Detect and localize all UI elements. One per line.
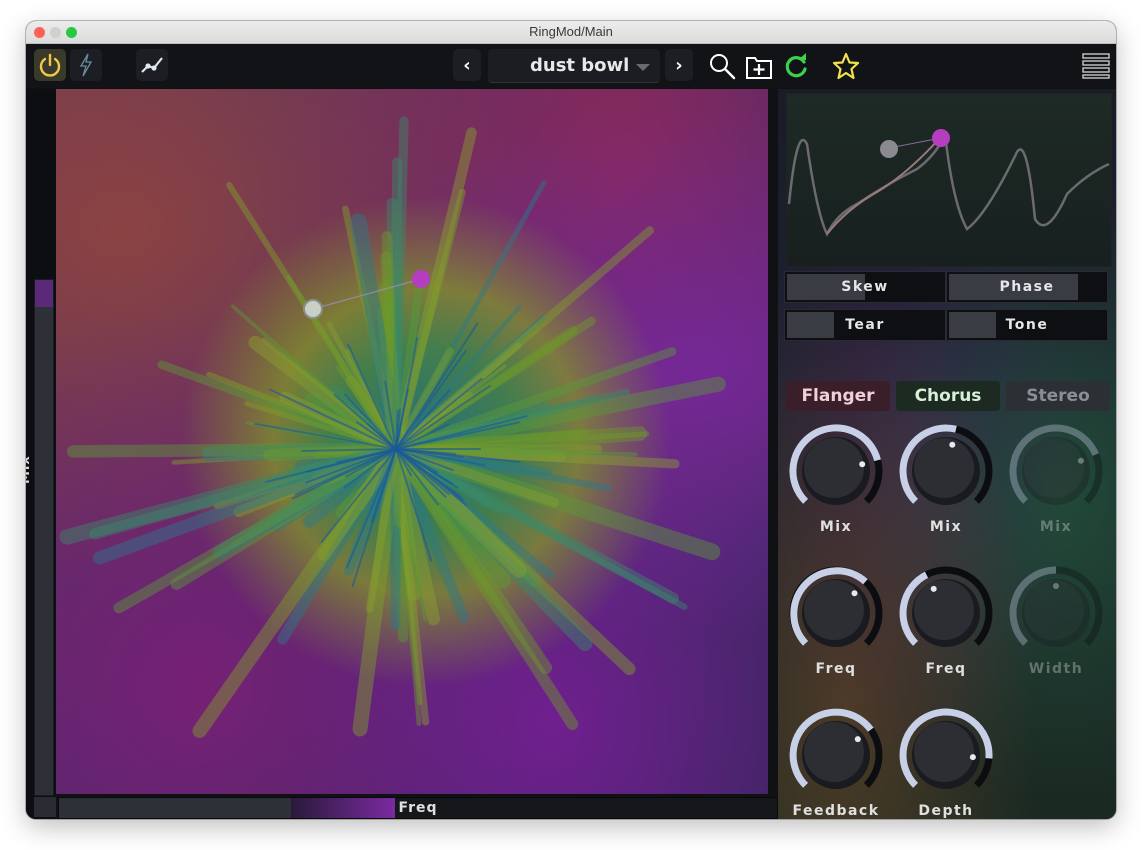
menu-button[interactable] — [1080, 50, 1112, 82]
wave-handle-start[interactable] — [880, 140, 898, 158]
knob-label: Mix — [819, 519, 853, 535]
skew-control[interactable]: Skew — [784, 271, 946, 303]
knob-feedback-6[interactable] — [786, 705, 886, 805]
hamburger-menu-icon — [1082, 53, 1110, 79]
tab-stereo-label: Stereo — [1026, 386, 1090, 406]
favorite-button[interactable] — [830, 50, 862, 82]
mix-slider-handle[interactable] — [35, 280, 53, 307]
next-preset-button[interactable]: › — [665, 49, 693, 81]
skew-label: Skew — [841, 279, 889, 295]
preset-name: dust bowl — [530, 55, 630, 76]
waveform-display[interactable] — [786, 93, 1112, 267]
knob-label: Mix — [929, 519, 963, 535]
knob-label: Depth — [918, 803, 974, 819]
tear-control[interactable]: Tear — [784, 309, 946, 341]
trigger-button[interactable] — [70, 49, 102, 81]
window-title: RingMod/Main — [529, 24, 613, 39]
tab-chorus-label: Chorus — [914, 386, 982, 406]
wave-handle-end[interactable] — [932, 129, 950, 147]
xy-handle-end[interactable] — [412, 270, 430, 288]
tab-stereo[interactable]: Stereo — [1006, 381, 1110, 411]
knob-label: Freq — [925, 661, 967, 677]
phase-control[interactable]: Phase — [946, 271, 1108, 303]
toolbar: ‹ dust bowl › — [26, 44, 1116, 88]
refresh-icon — [785, 53, 807, 78]
xy-handle-start[interactable] — [303, 299, 323, 319]
power-icon — [39, 53, 61, 77]
phase-label: Phase — [999, 279, 1055, 295]
knob-mix-1[interactable] — [896, 421, 996, 521]
knob-dial — [899, 708, 993, 789]
knob-label: Width — [1028, 661, 1084, 677]
curve-icon — [141, 57, 163, 73]
folder-add-icon — [746, 57, 772, 79]
search-button[interactable] — [706, 50, 738, 82]
corner-box — [34, 797, 56, 817]
knob-freq-3[interactable] — [786, 563, 886, 663]
knob-dial — [789, 424, 883, 505]
title-bar: RingMod/Main — [26, 21, 1116, 44]
freq-slider[interactable]: Freq — [58, 797, 778, 819]
tab-flanger[interactable]: Flanger — [786, 381, 890, 411]
chevron-left-icon: ‹ — [463, 54, 471, 76]
knob-width-5[interactable] — [1006, 563, 1106, 663]
knob-dial — [789, 708, 883, 789]
knob-label: Feedback — [792, 803, 880, 819]
visualizer — [59, 116, 726, 738]
tone-control[interactable]: Tone — [946, 309, 1108, 341]
power-button[interactable] — [34, 49, 66, 81]
starburst-rays — [59, 116, 726, 738]
knob-mix-0[interactable] — [786, 421, 886, 521]
chevron-right-icon: › — [675, 54, 683, 76]
knob-dial — [1009, 566, 1103, 647]
plugin-window: RingMod/Main ‹ dust bowl › Mix Freq Skew… — [26, 21, 1116, 819]
prev-preset-button[interactable]: ‹ — [453, 49, 481, 81]
star-icon — [832, 52, 860, 80]
knob-mix-2[interactable] — [1006, 421, 1106, 521]
save-preset-button[interactable] — [743, 50, 775, 82]
knob-dial — [789, 566, 883, 647]
preset-selector[interactable]: dust bowl — [488, 49, 660, 83]
knob-label: Mix — [1039, 519, 1073, 535]
tear-label: Tear — [845, 317, 885, 333]
effects-panel: Skew Phase Tear Tone Flanger Chorus Ster… — [778, 89, 1116, 819]
tab-chorus[interactable]: Chorus — [896, 381, 1000, 411]
knob-dial — [899, 424, 993, 505]
lightning-icon — [79, 53, 93, 77]
reload-button[interactable] — [780, 50, 812, 82]
knob-label: Freq — [815, 661, 857, 677]
modulation-button[interactable] — [136, 49, 168, 81]
knob-freq-4[interactable] — [896, 563, 996, 663]
knob-dial — [1009, 424, 1103, 505]
knob-dial — [899, 566, 993, 647]
waveform-graph — [787, 129, 1110, 237]
chevron-down-icon — [636, 64, 650, 71]
knob-depth-7[interactable] — [896, 705, 996, 805]
search-icon — [710, 54, 736, 80]
tone-label: Tone — [1005, 317, 1049, 333]
tab-flanger-label: Flanger — [801, 386, 875, 406]
mix-slider[interactable] — [34, 279, 54, 796]
xy-pad[interactable] — [56, 89, 768, 794]
freq-slider-label: Freq — [398, 800, 438, 816]
